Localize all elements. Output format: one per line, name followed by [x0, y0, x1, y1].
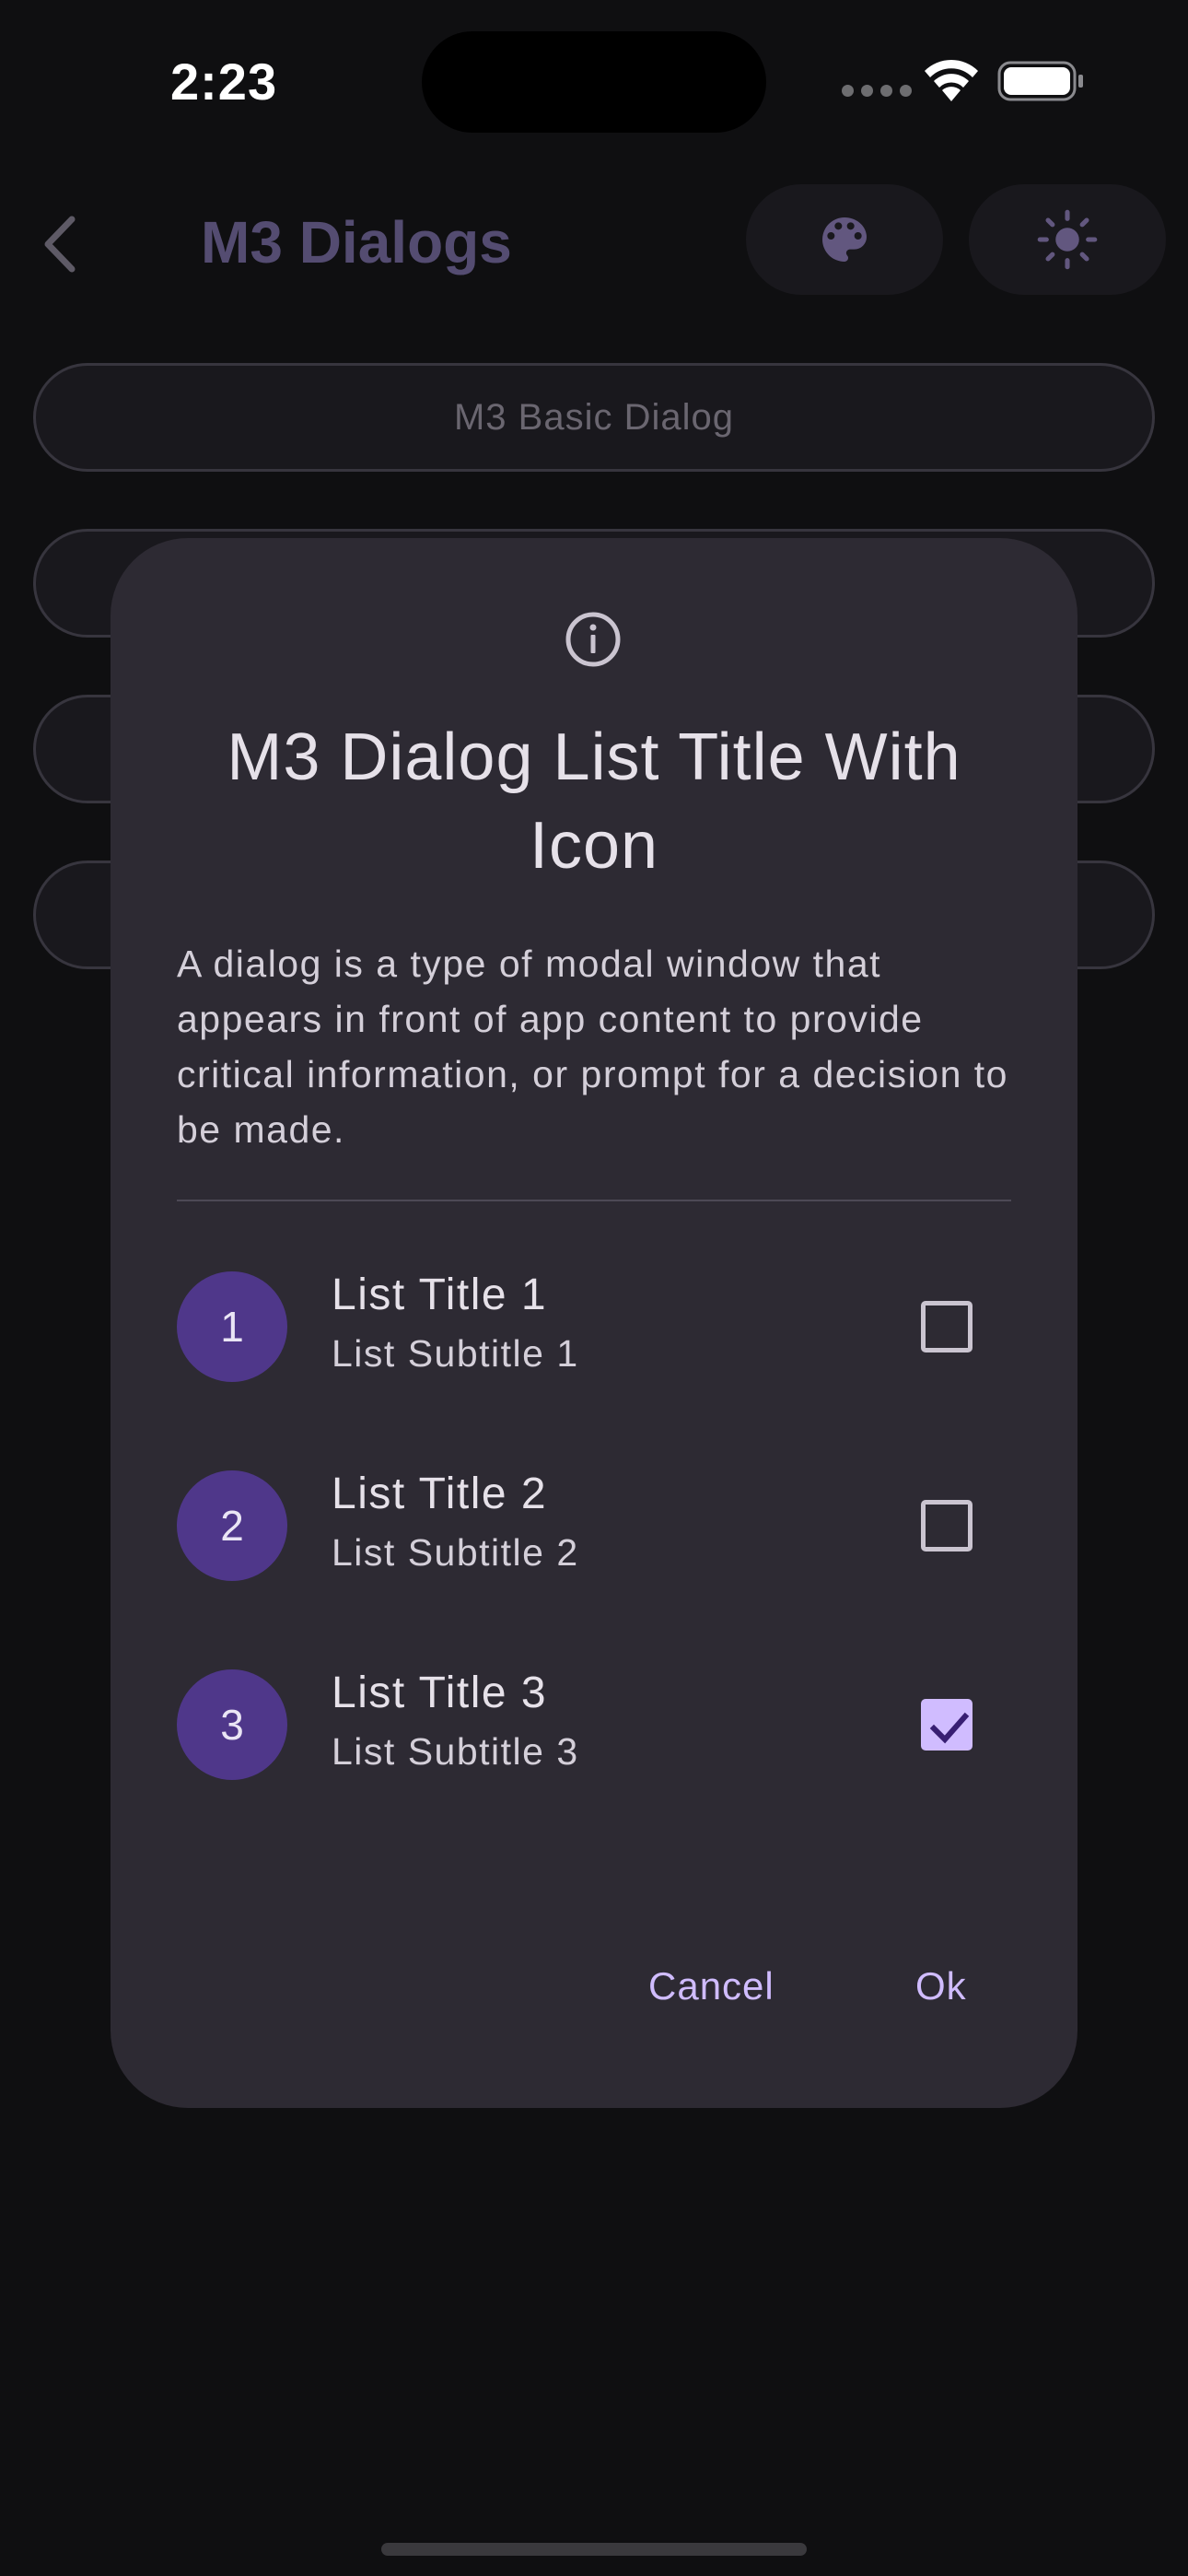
palette-button[interactable]	[746, 184, 943, 295]
ok-button[interactable]: Ok	[895, 1940, 987, 2032]
status-time: 2:23	[170, 53, 278, 111]
cellular-signal-icon	[842, 85, 912, 97]
checkbox[interactable]	[921, 1500, 973, 1551]
palette-icon	[822, 217, 867, 262]
list-item[interactable]: 2 List Title 2 List Subtitle 2	[177, 1452, 1011, 1599]
dialog: M3 Dialog List Title With Icon A dialog …	[111, 538, 1077, 2108]
page-title: M3 Dialogs	[201, 209, 512, 275]
battery-icon	[997, 61, 1083, 101]
list-item-title: List Title 3	[332, 1669, 548, 1717]
dialog-title: M3 Dialog List Title With Icon	[227, 720, 961, 883]
brightness-icon	[1037, 209, 1098, 270]
basic-dialog-button[interactable]: M3 Basic Dialog	[33, 363, 1155, 472]
theme-toggle-button[interactable]	[969, 184, 1166, 295]
list-item[interactable]: 1 List Title 1 List Subtitle 1	[177, 1253, 1011, 1400]
list-item[interactable]: 3 List Title 3 List Subtitle 3	[177, 1651, 1011, 1798]
dialog-body: A dialog is a type of modal window that …	[177, 943, 1008, 1151]
avatar: 2	[177, 1470, 287, 1581]
checkmark-icon	[929, 1712, 970, 1744]
cancel-button[interactable]: Cancel	[628, 1940, 795, 2032]
list-item-subtitle: List Subtitle 3	[332, 1730, 579, 1773]
list-item-title: List Title 2	[332, 1469, 548, 1518]
status-bar: 2:23	[0, 0, 1188, 157]
avatar: 1	[177, 1271, 287, 1382]
back-arrow-icon[interactable]	[37, 212, 83, 276]
list-item-title: List Title 1	[332, 1270, 548, 1319]
home-indicator[interactable]	[381, 2543, 807, 2556]
checkbox-checked[interactable]	[921, 1699, 973, 1751]
checkbox[interactable]	[921, 1301, 973, 1352]
list-item-subtitle: List Subtitle 1	[332, 1332, 579, 1375]
info-icon	[565, 612, 621, 667]
list-item-subtitle: List Subtitle 2	[332, 1531, 579, 1574]
avatar: 3	[177, 1669, 287, 1780]
divider	[177, 1200, 1011, 1201]
app-bar: M3 Dialogs	[0, 175, 1188, 304]
wifi-icon	[925, 59, 978, 101]
dynamic-island	[422, 31, 766, 133]
